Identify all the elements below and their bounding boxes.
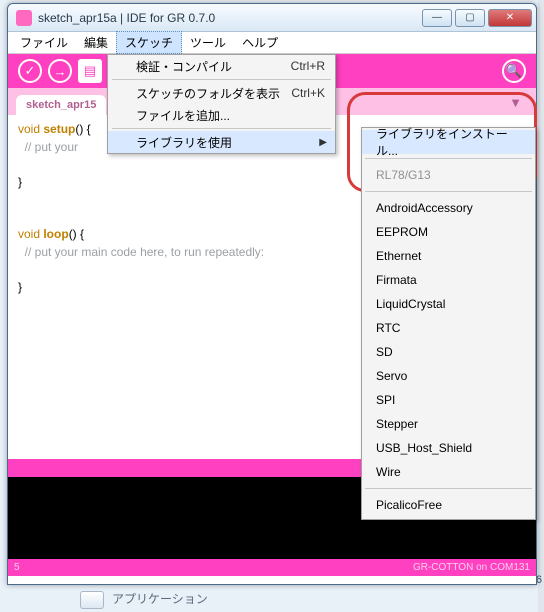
submenu-lib-usb-host-shield[interactable]: USB_Host_Shield xyxy=(362,436,535,460)
sketch-menu-dropdown: 検証・コンパイル Ctrl+R スケッチのフォルダを表示 Ctrl+K ファイル… xyxy=(107,54,336,154)
submenu-lib-rtc[interactable]: RTC xyxy=(362,316,535,340)
title-bar: sketch_apr15a | IDE for GR 0.7.0 — ▢ ✕ xyxy=(8,4,536,32)
menu-bar: ファイル 編集 スケッチ ツール ヘルプ xyxy=(8,32,536,54)
status-board-port: GR-COTTON on COM131 xyxy=(413,562,530,573)
app-icon xyxy=(16,10,32,26)
menu-help[interactable]: ヘルプ xyxy=(234,32,286,53)
minimize-button[interactable]: — xyxy=(422,9,452,27)
status-bar: 5 GR-COTTON on COM131 xyxy=(8,559,536,576)
close-button[interactable]: ✕ xyxy=(488,9,532,27)
menu-sketch[interactable]: スケッチ xyxy=(116,31,182,54)
library-submenu: ライブラリをインストール... RL78/G13 AndroidAccessor… xyxy=(361,127,536,520)
submenu-lib-eeprom[interactable]: EEPROM xyxy=(362,220,535,244)
submenu-lib-sd[interactable]: SD xyxy=(362,340,535,364)
tab-active[interactable]: sketch_apr15 xyxy=(16,95,106,115)
maximize-button[interactable]: ▢ xyxy=(455,9,485,27)
menu-use-library[interactable]: ライブラリを使用 ▶ xyxy=(108,131,335,153)
window-title: sketch_apr15a | IDE for GR 0.7.0 xyxy=(38,11,419,25)
verify-button[interactable]: ✓ xyxy=(18,59,42,83)
menu-edit[interactable]: 編集 xyxy=(76,32,116,53)
background-text: アプリケーション xyxy=(80,590,208,609)
menu-file[interactable]: ファイル xyxy=(12,32,76,53)
submenu-arrow-icon: ▶ xyxy=(319,137,327,148)
submenu-lib-spi[interactable]: SPI xyxy=(362,388,535,412)
submenu-lib-androidaccessory[interactable]: AndroidAccessory xyxy=(362,196,535,220)
submenu-lib-ethernet[interactable]: Ethernet xyxy=(362,244,535,268)
submenu-lib-wire[interactable]: Wire xyxy=(362,460,535,484)
submenu-lib-stepper[interactable]: Stepper xyxy=(362,412,535,436)
menu-add-file[interactable]: ファイルを追加... xyxy=(108,104,335,126)
submenu-lib-liquidcrystal[interactable]: LiquidCrystal xyxy=(362,292,535,316)
menu-show-sketch-folder[interactable]: スケッチのフォルダを表示 Ctrl+K xyxy=(108,82,335,104)
submenu-install-library[interactable]: ライブラリをインストール... xyxy=(362,130,535,154)
upload-button[interactable]: → xyxy=(48,59,72,83)
tab-dropdown-icon[interactable]: ▼ xyxy=(509,95,522,110)
menu-verify-compile[interactable]: 検証・コンパイル Ctrl+R xyxy=(108,55,335,77)
submenu-lib-firmata[interactable]: Firmata xyxy=(362,268,535,292)
menu-tools[interactable]: ツール xyxy=(182,32,234,53)
submenu-board-group: RL78/G13 xyxy=(362,163,535,187)
status-line-number: 5 xyxy=(14,562,20,573)
submenu-lib-servo[interactable]: Servo xyxy=(362,364,535,388)
new-button[interactable]: ▤ xyxy=(78,59,102,83)
submenu-lib-picalicofree[interactable]: PicalicoFree xyxy=(362,493,535,517)
serial-monitor-button[interactable]: 🔍 xyxy=(502,59,526,83)
